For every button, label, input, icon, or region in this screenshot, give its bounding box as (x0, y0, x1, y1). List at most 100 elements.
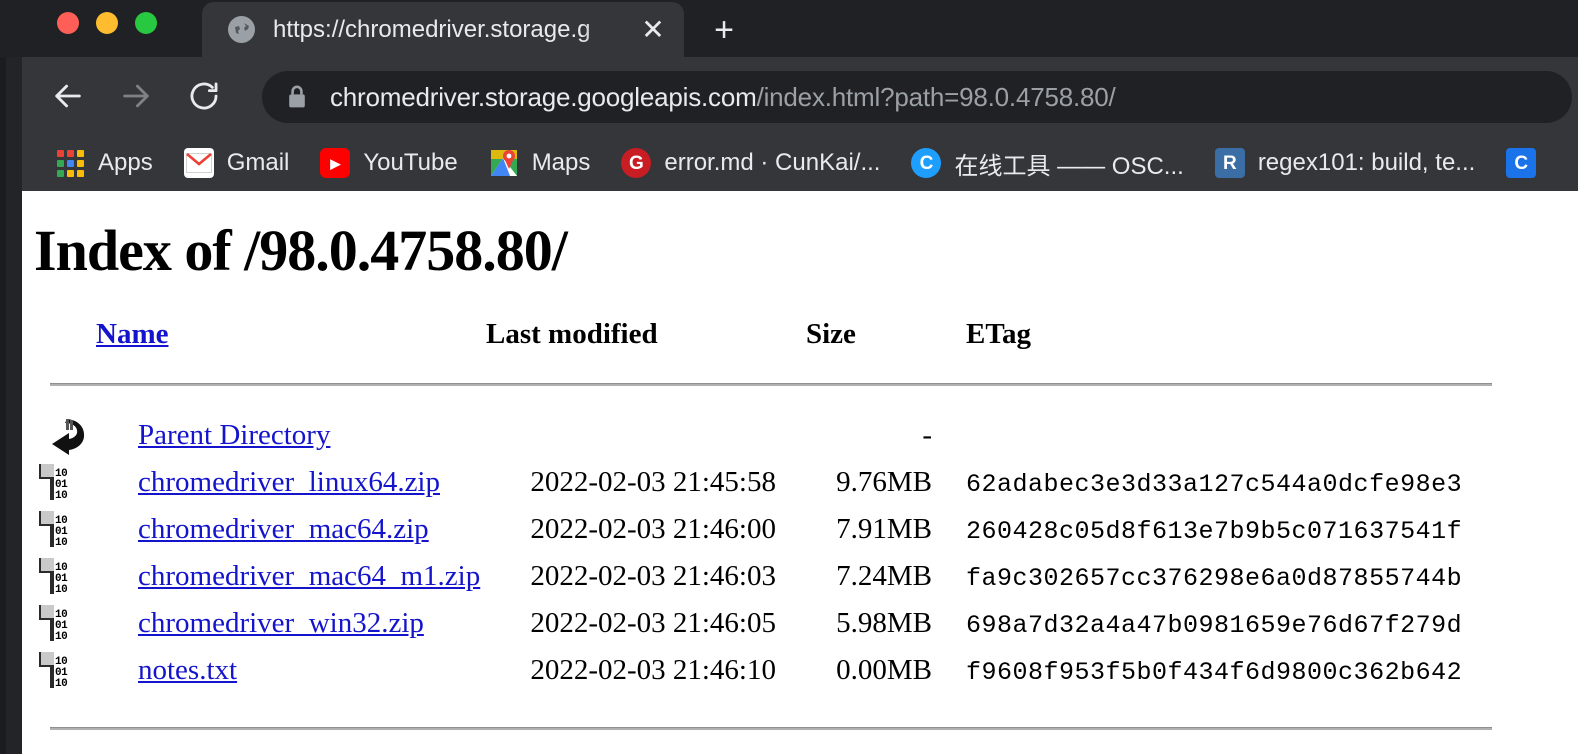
bookmark-maps[interactable]: Maps (478, 143, 602, 183)
bookmark-regex101[interactable]: R regex101: build, te... (1204, 143, 1486, 183)
apps-grid-icon (55, 148, 85, 178)
back-button[interactable] (40, 68, 96, 124)
row-icon-cell: 10 01 10 (22, 600, 96, 647)
row-name-cell[interactable]: chromedriver_mac64_m1.zip (96, 553, 486, 600)
bookmark-label: 在线工具 —— OSC... (954, 152, 1184, 180)
minimize-window-button[interactable] (96, 12, 118, 34)
directory-listing-table: Name Last modified Size ETag Parent Dire… (22, 312, 1492, 741)
lock-icon (286, 84, 308, 110)
close-window-button[interactable] (57, 12, 79, 34)
binary-file-icon: 10 01 10 (50, 652, 68, 690)
close-tab-button[interactable]: ✕ (636, 13, 670, 47)
bookmark-oschina[interactable]: C 在线工具 —— OSC... (900, 143, 1194, 183)
column-header-size: Size (806, 318, 856, 350)
address-bar-text: chromedriver.storage.googleapis.com/inde… (330, 82, 1116, 113)
window-left-edge (0, 0, 6, 754)
gitee-icon: G (621, 148, 652, 178)
bookmarks-bar: Apps Gmail ▶ YouTube Maps G error.md · C… (22, 135, 1578, 191)
binary-file-icon: 10 01 10 (50, 464, 68, 502)
table-row: 10 01 10 chromedriver_mac64_m1.zip 2022-02… (22, 553, 1492, 600)
row-last-modified-cell: 2022-02-03 21:46:03 (530, 560, 776, 592)
table-header-row: Name Last modified Size ETag (22, 312, 1492, 365)
footer-divider-row (22, 694, 1492, 741)
row-last-modified-cell: 2022-02-03 21:46:10 (530, 654, 776, 686)
row-name-cell[interactable]: Parent Directory (96, 412, 486, 459)
maps-icon (489, 148, 519, 178)
row-etag-cell: fa9c302657cc376298e6a0d87855744b (966, 564, 1463, 593)
page-title: Index of /98.0.4758.80/ (34, 218, 568, 283)
new-tab-button[interactable]: + (702, 10, 746, 50)
regex101-icon: R (1214, 148, 1245, 178)
bookmark-label: Maps (531, 149, 591, 176)
row-size-cell: 9.76MB (836, 466, 932, 498)
partial-bookmark-icon: C (1506, 148, 1537, 178)
browser-tab[interactable]: https://chromedriver.storage.g ✕ (202, 2, 684, 57)
row-name-cell[interactable]: chromedriver_mac64.zip (96, 506, 486, 553)
window-traffic-lights (57, 12, 157, 34)
row-icon-cell: 10 01 10 (22, 553, 96, 600)
bookmark-label: YouTube (363, 149, 458, 176)
row-icon-cell: 10 01 10 (22, 647, 96, 694)
row-etag-cell: 260428c05d8f613e7b9b5c071637541f (966, 517, 1463, 546)
binary-file-icon: 10 01 10 (50, 511, 68, 549)
header-divider-row (22, 365, 1492, 412)
row-last-modified-cell (486, 412, 806, 459)
binary-file-icon: 10 01 10 (50, 558, 68, 596)
reload-icon[interactable] (176, 68, 232, 124)
file-link[interactable]: chromedriver_linux64.zip (138, 466, 440, 498)
column-header-name[interactable]: Name (96, 312, 486, 365)
row-size-cell: 0.00MB (836, 654, 932, 686)
file-link[interactable]: chromedriver_mac64.zip (138, 513, 429, 545)
file-link[interactable]: chromedriver_mac64_m1.zip (138, 560, 480, 592)
parent-directory-link[interactable]: Parent Directory (138, 419, 330, 451)
column-header-etag: ETag (966, 318, 1032, 350)
browser-window: https://chromedriver.storage.g ✕ + chrom… (0, 0, 1578, 754)
table-row: 10 01 10 chromedriver_linux64.zip 2022-02-… (22, 459, 1492, 506)
row-last-modified-cell: 2022-02-03 21:46:00 (530, 513, 776, 545)
binary-file-icon: 10 01 10 (50, 605, 68, 643)
bookmark-label: regex101: build, te... (1257, 149, 1476, 176)
horizontal-rule-top (50, 383, 1492, 386)
row-etag-cell: 698a7d32a4a47b0981659e76d67f279d (966, 611, 1463, 640)
row-size-cell: 5.98MB (836, 607, 932, 639)
row-icon-cell (22, 412, 96, 459)
row-name-cell[interactable]: chromedriver_linux64.zip (96, 459, 486, 506)
row-etag-cell (966, 412, 1492, 459)
sort-by-name-link[interactable]: Name (96, 318, 168, 350)
row-size-cell: 7.24MB (836, 560, 932, 592)
bookmark-apps[interactable]: Apps (44, 143, 164, 183)
row-last-modified-cell: 2022-02-03 21:46:05 (530, 607, 776, 639)
forward-button[interactable] (108, 68, 164, 124)
table-row: 10 01 10 notes.txt 2022-02-03 21:46:10 0.0… (22, 647, 1492, 694)
bookmark-errormd[interactable]: G error.md · CunKai/... (610, 143, 891, 183)
oschina-icon: C (911, 148, 942, 178)
bookmark-label: error.md · CunKai/... (664, 149, 881, 176)
bookmark-label: Gmail (226, 149, 290, 176)
table-row: Parent Directory - (22, 412, 1492, 459)
url-domain: chromedriver.storage.googleapis.com (330, 81, 757, 112)
row-etag-cell: f9608f953f5b0f434f6d9800c362b642 (966, 658, 1463, 687)
file-link[interactable]: notes.txt (138, 654, 237, 686)
table-row: 10 01 10 chromedriver_win32.zip 2022-02-03… (22, 600, 1492, 647)
row-size-cell: - (922, 419, 932, 451)
column-header-icon (22, 312, 96, 365)
address-bar[interactable]: chromedriver.storage.googleapis.com/inde… (262, 71, 1572, 123)
table-row: 10 01 10 chromedriver_mac64.zip 2022-02-03… (22, 506, 1492, 553)
tab-strip: https://chromedriver.storage.g ✕ + (0, 0, 1578, 57)
row-icon-cell: 10 01 10 (22, 459, 96, 506)
maximize-window-button[interactable] (135, 12, 157, 34)
row-name-cell[interactable]: chromedriver_win32.zip (96, 600, 486, 647)
row-name-cell[interactable]: notes.txt (96, 647, 486, 694)
row-size-cell: 7.91MB (836, 513, 932, 545)
url-path: /index.html?path=98.0.4758.80/ (756, 81, 1116, 112)
bookmark-gmail[interactable]: Gmail (173, 143, 301, 183)
back-arrow-icon (44, 416, 88, 456)
bookmark-youtube[interactable]: ▶ YouTube (309, 143, 468, 183)
row-last-modified-cell: 2022-02-03 21:45:58 (530, 466, 776, 498)
bookmark-partial[interactable]: C (1495, 143, 1560, 183)
globe-icon (228, 16, 255, 43)
bookmark-label: Apps (98, 149, 153, 176)
file-link[interactable]: chromedriver_win32.zip (138, 607, 424, 639)
row-icon-cell: 10 01 10 (22, 506, 96, 553)
row-etag-cell: 62adabec3e3d33a127c544a0dcfe98e3 (966, 470, 1463, 499)
